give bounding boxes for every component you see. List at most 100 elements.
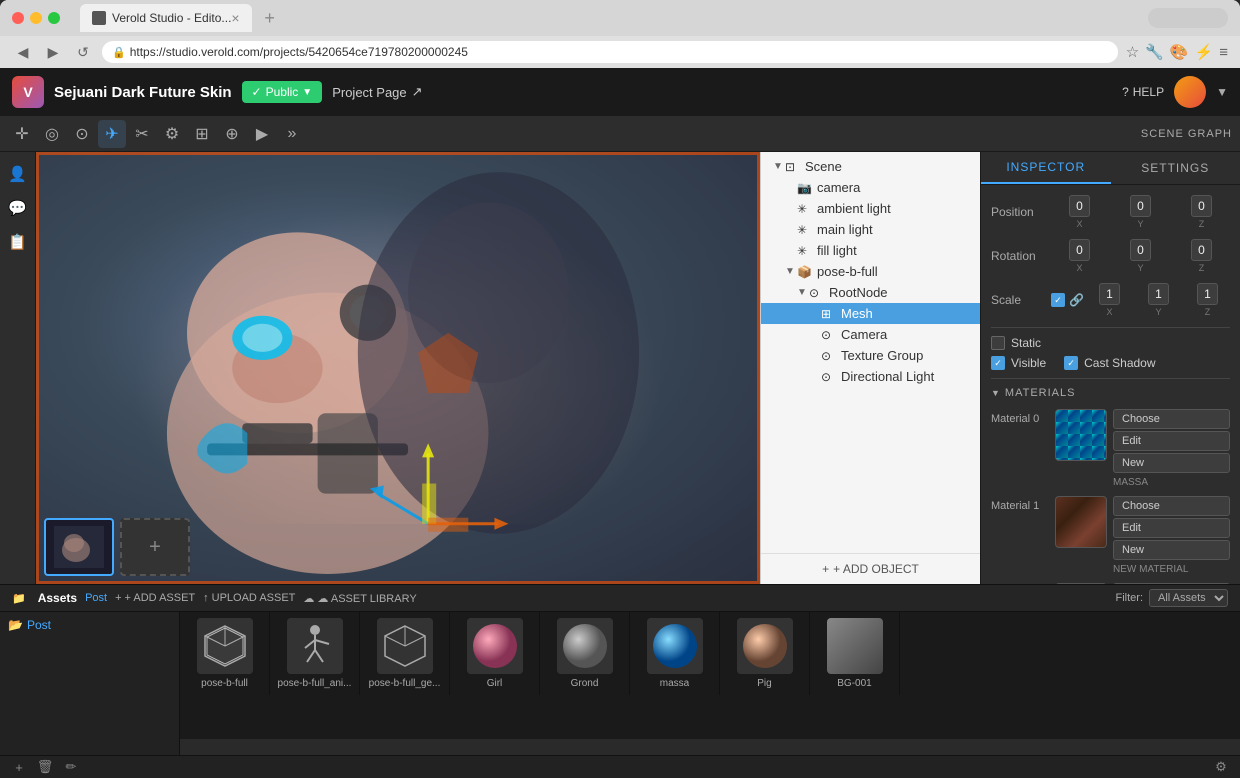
filter-select[interactable]: All Assets <box>1149 589 1228 607</box>
camera-icon: 📷 <box>797 181 813 195</box>
sidebar-chat-icon[interactable]: 💬 <box>4 194 32 222</box>
toolbar-move-icon[interactable]: ✛ <box>8 120 36 148</box>
tab-inspector[interactable]: INSPECTOR <box>981 152 1111 184</box>
material-1-choose-button[interactable]: Choose <box>1113 496 1230 516</box>
tree-mesh-item[interactable]: ⊞ Mesh <box>761 303 980 324</box>
asset-item-grond[interactable]: Grond <box>540 612 630 695</box>
rotation-z-value[interactable]: 0 <box>1191 239 1212 261</box>
position-x-value[interactable]: 0 <box>1069 195 1090 217</box>
cast-shadow-checkbox[interactable]: ✓ <box>1064 356 1078 370</box>
scene-settings-button[interactable]: ⚙ <box>1210 756 1232 778</box>
toolbar-grid-icon[interactable]: ⊞ <box>188 120 216 148</box>
toolbar-sculpt-icon[interactable]: ✂ <box>128 120 156 148</box>
tree-texture-group-item[interactable]: ⊙ Texture Group <box>761 345 980 366</box>
user-menu-arrow[interactable]: ▼ <box>1216 85 1228 99</box>
static-checkbox[interactable] <box>991 336 1005 350</box>
directional-light-icon: ⊙ <box>821 370 837 384</box>
scale-link-icon[interactable]: 🔗 <box>1069 293 1083 307</box>
ry-label: Y <box>1137 263 1143 273</box>
material-0-edit-button[interactable]: Edit <box>1113 431 1230 451</box>
scale-x-value[interactable]: 1 <box>1099 283 1120 305</box>
material-0-new-button[interactable]: New <box>1113 453 1230 473</box>
assets-folder-label[interactable]: Post <box>85 592 107 604</box>
asset-name-bg001: BG-001 <box>837 678 871 689</box>
asset-item-girl[interactable]: Girl <box>450 612 540 695</box>
toolbar-settings-icon[interactable]: ⚙ <box>158 120 186 148</box>
assets-folder-item[interactable]: 📂 Post <box>4 616 175 634</box>
forward-button[interactable]: ▶ <box>42 41 64 63</box>
material-2-choose-button[interactable]: Choose <box>1113 583 1230 584</box>
address-bar[interactable]: 🔒 https://studio.verold.com/projects/542… <box>102 41 1118 63</box>
sidebar-user-icon[interactable]: 👤 <box>4 160 32 188</box>
active-tab[interactable]: Verold Studio - Edito... × <box>80 4 252 32</box>
extension-icon-2[interactable]: 🎨 <box>1170 43 1189 61</box>
user-avatar[interactable] <box>1174 76 1206 108</box>
asset-library-button[interactable]: ☁ ☁ ASSET LIBRARY <box>303 592 416 605</box>
extension-icon-1[interactable]: 🔧 <box>1145 43 1164 61</box>
help-button[interactable]: ? HELP <box>1122 85 1164 99</box>
viewport[interactable]: + <box>36 152 760 584</box>
extension-icon-3[interactable]: ⚡ <box>1195 43 1214 61</box>
toolbar-more-icon[interactable]: » <box>278 120 306 148</box>
menu-icon[interactable]: ≡ <box>1219 43 1228 61</box>
back-button[interactable]: ◀ <box>12 41 34 63</box>
tree-main-light-item[interactable]: ✳ main light <box>761 219 980 240</box>
tree-fill-light-item[interactable]: ✳ fill light <box>761 240 980 261</box>
toolbar-play-button[interactable]: ▶ <box>248 120 276 148</box>
asset-item-pose-b-full-ani[interactable]: pose-b-full_ani... <box>270 612 360 695</box>
tree-rootnode-item[interactable]: ▼ ⊙ RootNode <box>761 282 980 303</box>
tree-camera2-item[interactable]: ⊙ Camera <box>761 324 980 345</box>
minimize-window-button[interactable] <box>30 12 42 24</box>
scale-row: Scale ✓ 🔗 1 X 1 Y 1 Z <box>991 283 1230 317</box>
tree-ambient-light-item[interactable]: ✳ ambient light <box>761 198 980 219</box>
toolbar-target-icon[interactable]: ⊙ <box>68 120 96 148</box>
add-object-button[interactable]: + + ADD OBJECT <box>822 562 919 576</box>
rotation-x-value[interactable]: 0 <box>1069 239 1090 261</box>
visible-label: Visible <box>1011 356 1046 370</box>
refresh-button[interactable]: ↺ <box>72 41 94 63</box>
asset-name-grond: Grond <box>571 678 599 689</box>
visible-checkbox[interactable]: ✓ <box>991 356 1005 370</box>
asset-item-bg001[interactable]: BG-001 <box>810 612 900 695</box>
add-viewport-button[interactable]: + <box>120 518 190 576</box>
rotation-label: Rotation <box>991 249 1051 263</box>
bookmark-icon[interactable]: ☆ <box>1126 43 1139 61</box>
scene-root-item[interactable]: ▼ ⊡ Scene <box>761 156 980 177</box>
toolbar-fly-icon[interactable]: ✈ <box>98 120 126 148</box>
material-1-edit-button[interactable]: Edit <box>1113 518 1230 538</box>
scale-y-value[interactable]: 1 <box>1148 283 1169 305</box>
edit-item-button[interactable]: ✏ <box>60 756 82 778</box>
toolbar-world-icon[interactable]: ⊕ <box>218 120 246 148</box>
asset-item-pig[interactable]: Pig <box>720 612 810 695</box>
tab-close-button[interactable]: × <box>231 10 239 26</box>
add-asset-button[interactable]: + + ADD ASSET <box>115 592 195 604</box>
tree-camera-item[interactable]: 📷 camera <box>761 177 980 198</box>
scale-z-value[interactable]: 1 <box>1197 283 1218 305</box>
rotation-row: Rotation 0 X 0 Y 0 Z <box>991 239 1230 273</box>
sidebar-notes-icon[interactable]: 📋 <box>4 228 32 256</box>
visibility-button[interactable]: ✓ Public ▼ <box>242 81 323 103</box>
scale-lock-checkbox[interactable]: ✓ <box>1051 293 1065 307</box>
asset-item-pose-b-full-ge[interactable]: pose-b-full_ge... <box>360 612 450 695</box>
material-0-choose-button[interactable]: Choose <box>1113 409 1230 429</box>
delete-item-button[interactable]: 🗑 <box>34 756 56 778</box>
project-page-button[interactable]: Project Page ↗ <box>332 84 422 100</box>
tree-pose-item[interactable]: ▼ 📦 pose-b-full <box>761 261 980 282</box>
right-panel: INSPECTOR SETTINGS Position 0 X 0 Y 0 <box>980 152 1240 584</box>
fullscreen-window-button[interactable] <box>48 12 60 24</box>
asset-item-pose-b-full[interactable]: pose-b-full <box>180 612 270 695</box>
upload-asset-button[interactable]: ↑ UPLOAD ASSET <box>203 592 295 604</box>
x-label: X <box>1076 219 1082 229</box>
close-window-button[interactable] <box>12 12 24 24</box>
position-z-value[interactable]: 0 <box>1191 195 1212 217</box>
tree-directional-light-item[interactable]: ⊙ Directional Light <box>761 366 980 387</box>
asset-item-massa[interactable]: massa <box>630 612 720 695</box>
position-y-value[interactable]: 0 <box>1130 195 1151 217</box>
toolbar-orbit-icon[interactable]: ◎ <box>38 120 66 148</box>
tab-settings[interactable]: SETTINGS <box>1111 152 1240 184</box>
add-item-button[interactable]: + <box>8 756 30 778</box>
rotation-y-value[interactable]: 0 <box>1130 239 1151 261</box>
viewport-thumbnail-main[interactable] <box>44 518 114 576</box>
new-tab-button[interactable]: + <box>256 4 284 32</box>
material-1-new-button[interactable]: New <box>1113 540 1230 560</box>
